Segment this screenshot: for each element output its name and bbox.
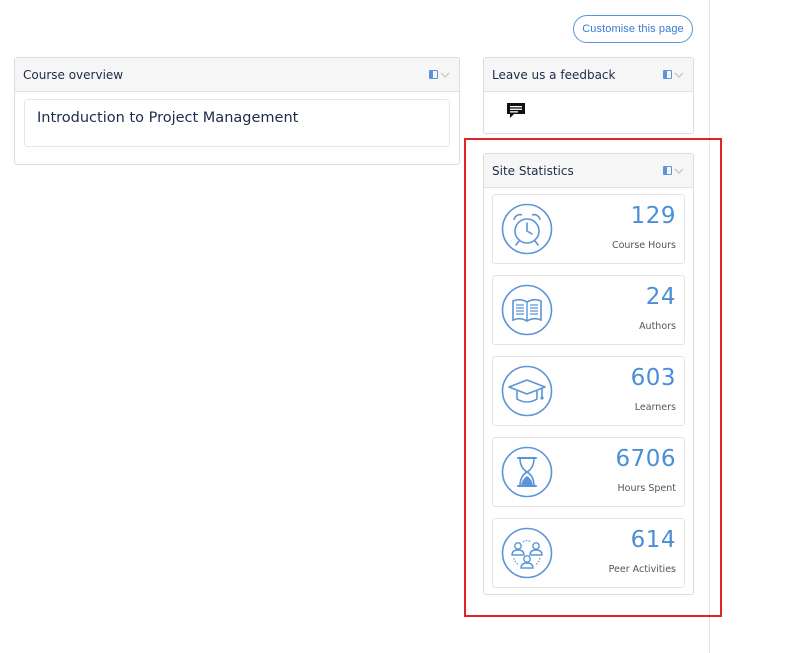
feedback-header: Leave us a feedback bbox=[484, 58, 693, 92]
course-overview-block: Course overview Introduction to Project … bbox=[14, 57, 460, 165]
block-controls bbox=[429, 70, 450, 79]
feedback-title: Leave us a feedback bbox=[492, 67, 616, 82]
course-title[interactable]: Introduction to Project Management bbox=[37, 110, 298, 126]
block-controls bbox=[663, 70, 684, 79]
chevron-down-icon[interactable] bbox=[674, 71, 684, 79]
stat-card-authors: 24 Authors bbox=[492, 275, 685, 345]
customise-page-button[interactable]: Customise this page bbox=[573, 15, 693, 43]
stat-label: Course Hours bbox=[611, 240, 676, 251]
stat-value: 6706 bbox=[615, 446, 676, 472]
peer-group-icon bbox=[501, 527, 553, 579]
course-overview-title: Course overview bbox=[23, 67, 124, 82]
stat-label: Hours Spent bbox=[617, 483, 676, 494]
hourglass-icon bbox=[501, 446, 553, 498]
feedback-block: Leave us a feedback bbox=[483, 57, 694, 134]
course-overview-header: Course overview bbox=[15, 58, 459, 92]
site-statistics-header: Site Statistics bbox=[484, 154, 693, 188]
stat-value: 603 bbox=[630, 365, 676, 391]
stat-card-course-hours: 129 Course Hours bbox=[492, 194, 685, 264]
stat-label: Learners bbox=[634, 402, 676, 413]
dock-icon[interactable] bbox=[663, 166, 672, 175]
site-statistics-title: Site Statistics bbox=[492, 163, 574, 178]
stat-value: 129 bbox=[630, 203, 676, 229]
dock-icon[interactable] bbox=[663, 70, 672, 79]
stat-value: 614 bbox=[630, 527, 676, 553]
stat-card-learners: 603 Learners bbox=[492, 356, 685, 426]
stat-label: Peer Activities bbox=[608, 564, 676, 575]
course-item[interactable]: Introduction to Project Management bbox=[24, 99, 450, 147]
chevron-down-icon[interactable] bbox=[440, 71, 450, 79]
site-statistics-block: Site Statistics 129 Course Hours 24 Auth… bbox=[483, 153, 694, 595]
stat-value: 24 bbox=[645, 284, 676, 310]
stat-card-peer-activities: 614 Peer Activities bbox=[492, 518, 685, 588]
dock-icon[interactable] bbox=[429, 70, 438, 79]
block-controls bbox=[663, 166, 684, 175]
alarm-clock-icon bbox=[501, 203, 553, 255]
chevron-down-icon[interactable] bbox=[674, 167, 684, 175]
stat-label: Authors bbox=[639, 321, 676, 332]
open-book-icon bbox=[501, 284, 553, 336]
comment-icon[interactable] bbox=[506, 102, 526, 120]
graduation-cap-icon bbox=[501, 365, 553, 417]
stat-card-hours-spent: 6706 Hours Spent bbox=[492, 437, 685, 507]
